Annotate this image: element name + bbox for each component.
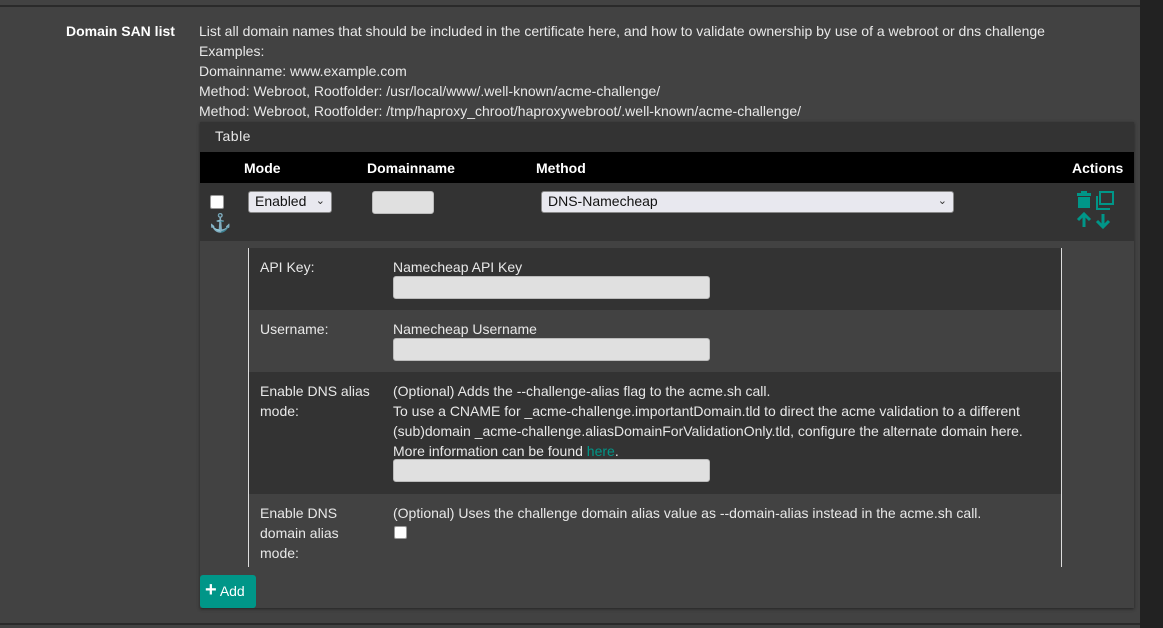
col-mode: Mode <box>244 160 281 176</box>
desc-line: Method: Webroot, Rootfolder: /usr/local/… <box>199 81 1045 101</box>
table-row: ⚓ Enabled ⌄ DNS-Namecheap ⌄ <box>200 183 1134 241</box>
table-header: Mode Domainname Method Actions <box>200 152 1134 183</box>
desc-line: Method: Webroot, Rootfolder: /tmp/haprox… <box>199 101 1045 121</box>
col-method: Method <box>536 160 586 176</box>
desc-line: List all domain names that should be inc… <box>199 21 1045 41</box>
more-info-link[interactable]: here <box>587 443 615 459</box>
san-table-panel: Table Mode Domainname Method Actions ⚓ E… <box>200 122 1134 608</box>
domain-alias-checkbox[interactable] <box>394 526 407 539</box>
method-value: DNS-Namecheap <box>548 193 658 209</box>
divider <box>0 5 1140 7</box>
col-actions: Actions <box>1072 160 1123 176</box>
action-icons <box>1076 191 1116 231</box>
domain-alias-label: Enable DNS domain alias mode: <box>260 503 360 563</box>
alias-desc-line: (Optional) Adds the --challenge-alias fl… <box>393 381 1053 401</box>
alias-label: Enable DNS alias mode: <box>260 381 375 421</box>
mode-select[interactable]: Enabled ⌄ <box>248 191 332 213</box>
plus-icon: + <box>205 579 217 601</box>
anchor-icon[interactable]: ⚓ <box>209 213 231 234</box>
api-key-label: API Key: <box>260 257 380 277</box>
api-key-desc: Namecheap API Key <box>393 257 1053 277</box>
method-select[interactable]: DNS-Namecheap ⌄ <box>541 191 954 213</box>
desc-line: Domainname: www.example.com <box>199 61 1045 81</box>
alias-desc: (Optional) Adds the --challenge-alias fl… <box>393 381 1053 461</box>
domain-alias-desc: (Optional) Uses the challenge domain ali… <box>393 503 1053 523</box>
alias-desc-line: To use a CNAME for _acme-challenge.impor… <box>393 401 1053 441</box>
username-label: Username: <box>260 319 380 339</box>
field-description: List all domain names that should be inc… <box>199 21 1045 121</box>
alias-row: Enable DNS alias mode: (Optional) Adds t… <box>249 372 1061 494</box>
row-select-checkbox[interactable] <box>210 195 224 209</box>
api-key-input[interactable] <box>393 276 710 299</box>
arrow-up-icon[interactable] <box>1078 214 1090 227</box>
domainname-input[interactable] <box>372 191 434 214</box>
username-row: Username: Namecheap Username <box>249 310 1061 372</box>
divider <box>0 623 1140 625</box>
mode-value: Enabled <box>255 193 306 209</box>
alias-desc-line: More information can be found <box>393 443 587 459</box>
chevron-down-icon: ⌄ <box>938 194 947 207</box>
copy-icon[interactable] <box>1097 192 1113 209</box>
add-button[interactable]: + Add <box>200 575 256 608</box>
add-label: Add <box>220 583 245 599</box>
scroll-gutter <box>1140 0 1163 628</box>
api-key-row: API Key: Namecheap API Key <box>249 248 1061 310</box>
chevron-down-icon: ⌄ <box>316 194 325 207</box>
col-domainname: Domainname <box>367 160 455 176</box>
username-desc: Namecheap Username <box>393 319 1053 339</box>
trash-icon[interactable] <box>1077 191 1091 208</box>
method-settings: API Key: Namecheap API Key Username: Nam… <box>248 248 1062 567</box>
panel-title: Table <box>200 122 1134 152</box>
arrow-down-icon[interactable] <box>1097 214 1109 227</box>
domain-alias-row: Enable DNS domain alias mode: (Optional)… <box>249 494 1061 567</box>
field-label: Domain SAN list <box>66 23 175 39</box>
desc-line: Examples: <box>199 41 1045 61</box>
alias-input[interactable] <box>393 459 710 482</box>
username-input[interactable] <box>393 338 710 361</box>
